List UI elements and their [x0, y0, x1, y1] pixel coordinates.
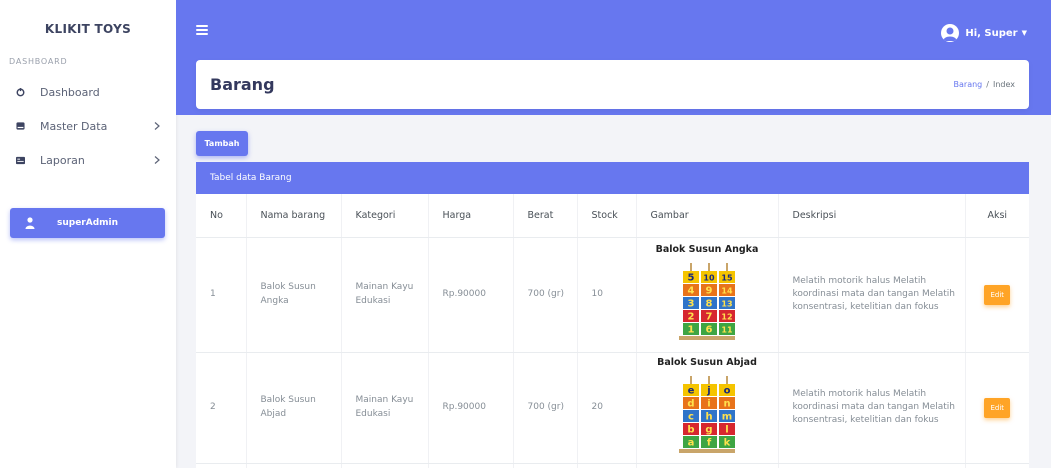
- svg-text:i: i: [707, 398, 710, 409]
- user-icon: [25, 217, 35, 229]
- svg-text:k: k: [724, 437, 731, 448]
- svg-text:m: m: [722, 411, 732, 422]
- cell-gambar: Balok Susun Angka 5 10 15 4 9 14 3 8 13 2 7 12 1 6 11: [636, 237, 779, 353]
- svg-text:4: 4: [688, 285, 695, 296]
- breadcrumb-separator: /: [986, 80, 989, 89]
- cell-deskripsi: Melatih motorik halus Melatih koordinasi…: [778, 352, 966, 464]
- svg-text:h: h: [705, 411, 712, 422]
- breadcrumb: Barang / Index: [954, 80, 1015, 89]
- report-icon: [16, 156, 25, 165]
- barang-table: No Nama barang Kategori Harga Berat Stoc…: [196, 194, 1029, 468]
- svg-text:9: 9: [706, 285, 713, 296]
- sidebar-section-label: DASHBOARD: [9, 57, 68, 66]
- column-header-deskripsi: Deskripsi: [778, 194, 966, 238]
- user-greeting: Hi, Super: [965, 27, 1018, 39]
- cell-harga: Rp.90000: [428, 237, 514, 353]
- table-row: 1 Balok Susun Angka Mainan Kayu Edukasi …: [196, 237, 1029, 353]
- cell-stock: 20: [577, 352, 637, 464]
- cell-deskripsi: Melatih motorik halus Melatih koordinasi…: [778, 237, 966, 353]
- svg-text:g: g: [705, 424, 712, 435]
- svg-text:13: 13: [721, 299, 732, 308]
- column-header-no: No: [196, 194, 247, 238]
- table-header-row: No Nama barang Kategori Harga Berat Stoc…: [196, 194, 1029, 238]
- avatar: [941, 24, 960, 42]
- menu-toggle-icon[interactable]: [196, 25, 208, 35]
- column-header-gambar: Gambar: [636, 194, 779, 238]
- svg-text:5: 5: [688, 272, 695, 283]
- breadcrumb-link-barang[interactable]: Barang: [954, 80, 983, 89]
- product-image-title: Balok Susun Abjad: [657, 357, 757, 369]
- svg-text:b: b: [687, 424, 694, 435]
- drive-icon: [16, 122, 25, 131]
- svg-text:n: n: [723, 398, 730, 409]
- cell-kategori: Mainan Kayu Edukasi: [341, 352, 429, 464]
- product-image-title: Balok Susun Angka: [655, 244, 759, 256]
- caret-down-icon: ▼: [1021, 29, 1027, 37]
- svg-text:e: e: [688, 385, 695, 396]
- table-row: 2 Balok Susun Abjad Mainan Kayu Edukasi …: [196, 352, 1029, 464]
- svg-text:11: 11: [721, 325, 733, 334]
- power-icon: [16, 88, 25, 97]
- cell-berat: 700 (gr): [513, 237, 578, 353]
- sidebar-brand[interactable]: KLIKIT TOYS: [0, 22, 176, 36]
- svg-text:6: 6: [706, 324, 713, 335]
- svg-text:f: f: [707, 437, 712, 448]
- cell-berat: 700 (gr): [513, 352, 578, 464]
- svg-text:10: 10: [703, 273, 715, 282]
- product-image: e j o d i n c h m b g l a f k: [679, 375, 735, 453]
- sidebar-item-laporan[interactable]: Laporan: [0, 143, 176, 177]
- svg-text:3: 3: [688, 298, 695, 309]
- sidebar-item-dashboard[interactable]: Dashboard: [0, 75, 176, 109]
- svg-text:8: 8: [706, 298, 713, 309]
- svg-text:a: a: [688, 437, 695, 448]
- svg-text:d: d: [687, 398, 694, 409]
- table-card: Tabel data Barang No Nama barang Kategor…: [196, 162, 1029, 468]
- svg-text:1: 1: [688, 324, 695, 335]
- svg-text:15: 15: [721, 273, 733, 282]
- cell-no: 1: [196, 237, 247, 353]
- cell-aksi: Edit: [965, 237, 1029, 353]
- sidebar-item-label: Laporan: [40, 153, 85, 167]
- column-header-berat: Berat: [513, 194, 578, 238]
- cell-harga: Rp.90000: [428, 352, 514, 464]
- svg-text:14: 14: [721, 286, 733, 295]
- add-button[interactable]: Tambah: [196, 131, 248, 156]
- column-header-kategori: Kategori: [341, 194, 429, 238]
- svg-text:o: o: [724, 385, 731, 396]
- page-title: Barang: [210, 75, 275, 94]
- cell-no: 2: [196, 352, 247, 464]
- column-header-stock: Stock: [577, 194, 637, 238]
- table-title: Tabel data Barang: [196, 162, 1029, 194]
- cell-kategori: Mainan Kayu Edukasi: [341, 237, 429, 353]
- sidebar-item-master-data[interactable]: Master Data: [0, 109, 176, 143]
- current-user-label: superAdmin: [56, 218, 119, 228]
- svg-text:j: j: [706, 385, 710, 396]
- breadcrumb-current: Index: [992, 80, 1015, 89]
- sidebar-item-label: Master Data: [40, 119, 108, 133]
- cell-gambar: Balok Susun Abjad ej o d i n chm bg l a f k: [636, 352, 779, 464]
- edit-button[interactable]: Edit: [984, 397, 1011, 418]
- column-header-nama-barang: Nama barang: [246, 194, 342, 238]
- cell-nama: Balok Susun Angka: [246, 237, 342, 353]
- section-header: Barang Barang / Index: [196, 60, 1029, 109]
- edit-button[interactable]: Edit: [984, 284, 1011, 305]
- sidebar: KLIKIT TOYS DASHBOARD Dashboard Master D…: [0, 0, 176, 468]
- svg-text:l: l: [725, 424, 728, 435]
- svg-text:12: 12: [721, 312, 732, 321]
- sidebar-item-label: Dashboard: [40, 85, 100, 99]
- svg-text:7: 7: [706, 311, 713, 322]
- svg-text:2: 2: [688, 311, 695, 322]
- user-dropdown[interactable]: Hi, Super ▼: [941, 24, 1027, 42]
- cell-nama: Balok Susun Abjad: [246, 352, 342, 464]
- chevron-right-icon: [154, 156, 160, 164]
- chevron-right-icon: [154, 122, 160, 130]
- table-row: [196, 463, 1029, 468]
- cell-stock: 10: [577, 237, 637, 353]
- column-header-harga: Harga: [428, 194, 514, 238]
- product-image: 5 10 15 4 9 14 3 8 13 2 7 12 1 6 11: [679, 262, 735, 340]
- current-user-button[interactable]: superAdmin: [10, 208, 165, 238]
- svg-text:c: c: [688, 411, 694, 422]
- column-header-aksi: Aksi: [965, 194, 1029, 238]
- cell-aksi: Edit: [965, 352, 1029, 464]
